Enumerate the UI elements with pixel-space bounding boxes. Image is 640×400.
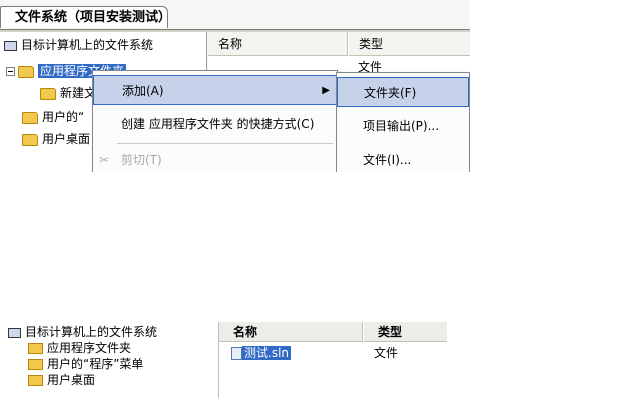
menu-item-add[interactable]: 添加(A) ▶ <box>93 75 337 105</box>
submenu-arrow-icon: ▶ <box>322 85 330 96</box>
submenu-item-folder[interactable]: 文件夹(F) <box>337 77 469 107</box>
computer-icon <box>4 40 17 51</box>
bottom-panel: 目标计算机上的文件系统 应用程序文件夹 用户的“程序”菜单 用户桌面 名称 类型… <box>0 322 447 398</box>
tree-node-label: 用户的“ <box>42 110 85 124</box>
tree-node-root[interactable]: 目标计算机上的文件系统 <box>8 324 157 340</box>
folder-icon <box>22 111 38 124</box>
scissors-icon: ✂ <box>99 153 110 167</box>
menu-item-create-shortcut[interactable]: 创建 应用程序文件夹 的快捷方式(C) <box>93 109 337 139</box>
folder-icon <box>28 343 43 354</box>
list-cell-name: 测试.sln <box>242 346 292 360</box>
tree-node-label: 目标计算机上的文件系统 <box>25 325 158 339</box>
tree-node-user-programs[interactable]: 用户的“ <box>22 108 84 126</box>
menu-item-label: 创建 应用程序文件夹 的快捷方式(C) <box>121 117 315 131</box>
column-header-type[interactable]: 类型 <box>349 32 470 56</box>
folder-icon <box>28 359 43 370</box>
list-pane: 名称 类型 测试.sln 文件 <box>218 322 447 398</box>
tree-node-label: 新建文 <box>60 86 97 100</box>
context-menu: 添加(A) ▶ 创建 应用程序文件夹 的快捷方式(C) ✂ 剪切(T) <box>92 70 338 172</box>
folder-icon <box>28 375 43 386</box>
tree-node-label: 用户的“程序”菜单 <box>47 357 144 371</box>
menu-item-cut[interactable]: ✂ 剪切(T) <box>93 145 337 172</box>
tree-node-user-programs[interactable]: 用户的“程序”菜单 <box>28 356 143 372</box>
submenu-add: 文件夹(F) 项目输出(P)... 文件(I)... <box>336 72 470 172</box>
tree-node-user-desktop[interactable]: 用户桌面 <box>22 130 90 148</box>
tree-node-label: 目标计算机上的文件系统 <box>21 38 154 52</box>
menu-item-label: 项目输出(P)... <box>363 119 440 133</box>
tree-node-app-folder[interactable]: 应用程序文件夹 <box>28 340 131 356</box>
folder-icon <box>40 87 56 100</box>
list-row[interactable]: 测试.sln <box>231 345 292 361</box>
menu-item-label: 文件(I)... <box>363 153 412 167</box>
folder-icon <box>18 65 34 78</box>
menu-separator <box>117 143 333 144</box>
tree-node-root[interactable]: 目标计算机上的文件系统 <box>4 36 153 54</box>
tree-node-label: 用户桌面 <box>47 373 96 387</box>
submenu-item-project-output[interactable]: 项目输出(P)... <box>337 111 469 141</box>
computer-icon <box>8 327 21 338</box>
list-cell-type: 文件 <box>374 346 399 360</box>
tree-node-new-item[interactable]: 新建文 <box>40 84 96 102</box>
column-header-name[interactable]: 名称 <box>208 32 348 56</box>
tree-node-label: 应用程序文件夹 <box>47 341 132 355</box>
tab-file-system[interactable]: 文件系统（项目安装测试） <box>0 6 171 28</box>
tree-pane: 目标计算机上的文件系统 应用程序文件夹 用户的“程序”菜单 用户桌面 <box>0 322 216 398</box>
top-panel: 文件系统（项目安装测试） 目标计算机上的文件系统 应用程序文件夹 新建文 用户的… <box>0 0 470 172</box>
tree-node-label: 用户桌面 <box>42 132 91 146</box>
menu-item-label: 添加(A) <box>122 84 164 98</box>
menu-item-label: 剪切(T) <box>121 153 162 167</box>
solution-file-icon <box>231 347 242 360</box>
tree-node-user-desktop[interactable]: 用户桌面 <box>28 372 95 388</box>
folder-icon <box>22 133 38 146</box>
menu-item-label: 文件夹(F) <box>364 86 417 100</box>
column-header-type[interactable]: 类型 <box>364 322 447 342</box>
collapse-icon[interactable] <box>6 67 15 76</box>
column-header-name[interactable]: 名称 <box>219 322 363 342</box>
submenu-item-file[interactable]: 文件(I)... <box>337 145 469 172</box>
